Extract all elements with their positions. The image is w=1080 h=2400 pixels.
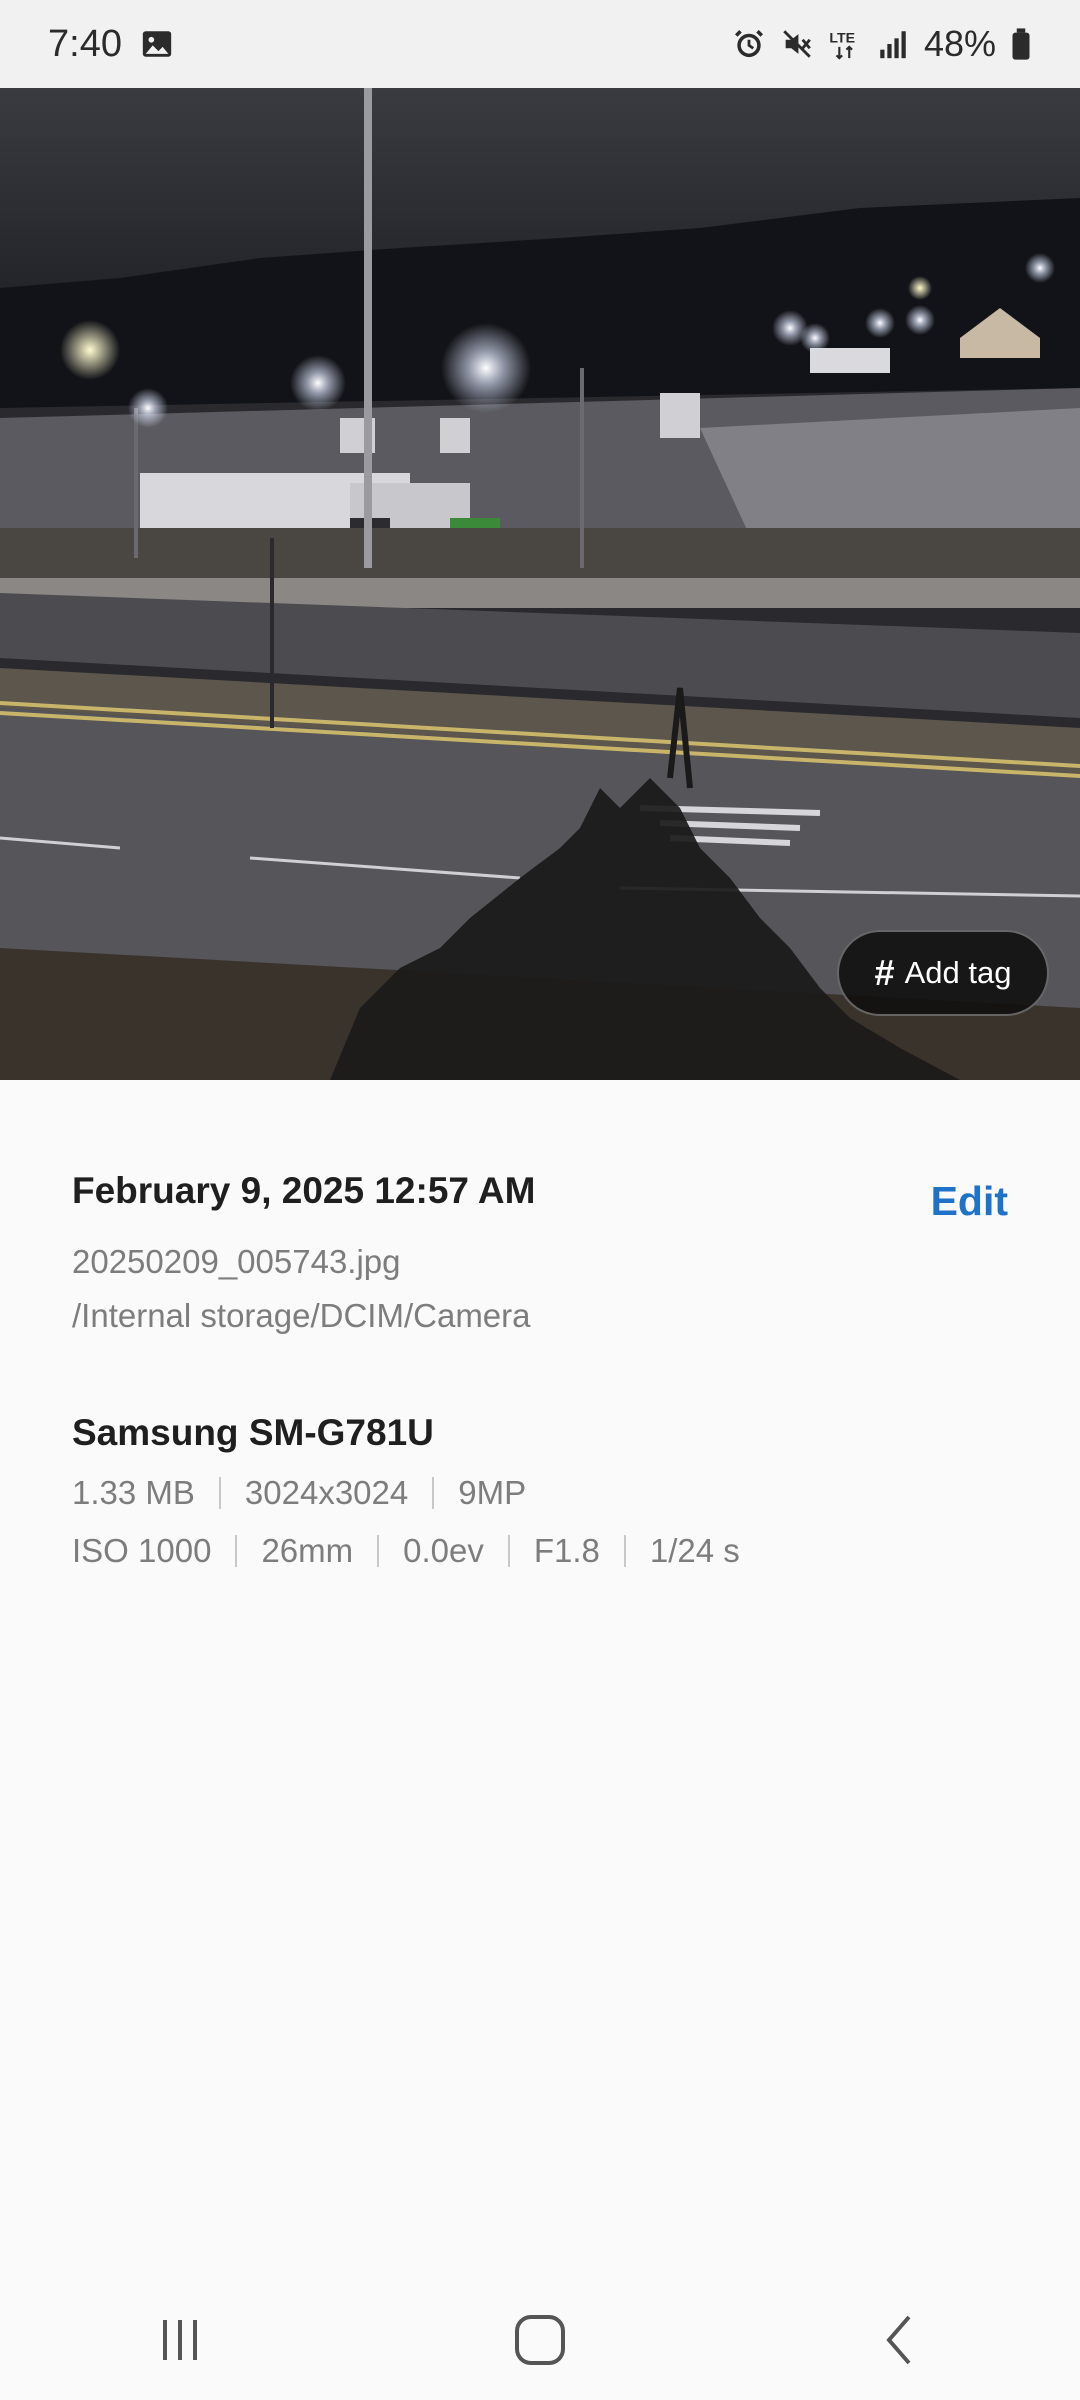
battery-icon (1010, 27, 1032, 61)
megapixels: 9MP (458, 1474, 527, 1511)
shutter-speed: 1/24 s (649, 1532, 740, 1569)
add-tag-button[interactable]: # Add tag (837, 930, 1049, 1016)
signal-icon (876, 27, 910, 61)
file-info-row: 1.33 MB 3024x3024 9MP (72, 1474, 740, 1512)
home-icon (512, 2312, 568, 2368)
separator (623, 1535, 626, 1567)
photo-details: February 9, 2025 12:57 AM Edit 20250209_… (72, 1170, 1008, 1335)
alarm-icon (732, 27, 766, 61)
hashtag-icon: # (874, 952, 895, 993)
back-icon (875, 2312, 925, 2368)
file-size: 1.33 MB (72, 1474, 195, 1511)
recent-apps-button[interactable] (120, 2290, 240, 2390)
photo-viewer[interactable]: # Add tag (0, 88, 1080, 1080)
camera-model: Samsung SM-G781U (72, 1412, 434, 1453)
status-bar: 7:40 LTE 48% (0, 0, 1080, 88)
separator (235, 1535, 238, 1567)
aperture: F1.8 (533, 1532, 600, 1569)
focal-length: 26mm (261, 1532, 354, 1569)
iso: ISO 1000 (72, 1532, 212, 1569)
recent-apps-icon (155, 2315, 205, 2365)
battery-percent: 48% (923, 23, 996, 64)
status-time: 7:40 (48, 22, 122, 65)
separator (218, 1477, 221, 1509)
back-button[interactable] (840, 2290, 960, 2390)
navigation-bar (0, 2280, 1080, 2400)
status-right: LTE 48% (732, 23, 1032, 65)
separator (432, 1477, 435, 1509)
camera-details: Samsung SM-G781U 1.33 MB 3024x3024 9MP I… (72, 1412, 740, 1570)
image-notification-icon (140, 27, 174, 61)
photo-date-time: February 9, 2025 12:57 AM (72, 1170, 536, 1211)
home-button[interactable] (480, 2290, 600, 2390)
add-tag-label: Add tag (904, 955, 1012, 990)
exposure-value: 0.0ev (403, 1532, 484, 1569)
separator (507, 1535, 510, 1567)
lte-icon: LTE (828, 27, 862, 61)
mute-icon (780, 27, 814, 61)
file-name: 20250209_005743.jpg (72, 1243, 401, 1280)
status-left: 7:40 (48, 23, 174, 66)
file-path: /Internal storage/DCIM/Camera (72, 1297, 531, 1334)
separator (377, 1535, 380, 1567)
date-row: February 9, 2025 12:57 AM Edit (72, 1170, 1008, 1225)
exposure-info-row: ISO 1000 26mm 0.0ev F1.8 1/24 s (72, 1532, 740, 1570)
edit-button[interactable]: Edit (931, 1178, 1008, 1225)
resolution: 3024x3024 (244, 1474, 409, 1511)
svg-text:LTE: LTE (829, 31, 855, 47)
